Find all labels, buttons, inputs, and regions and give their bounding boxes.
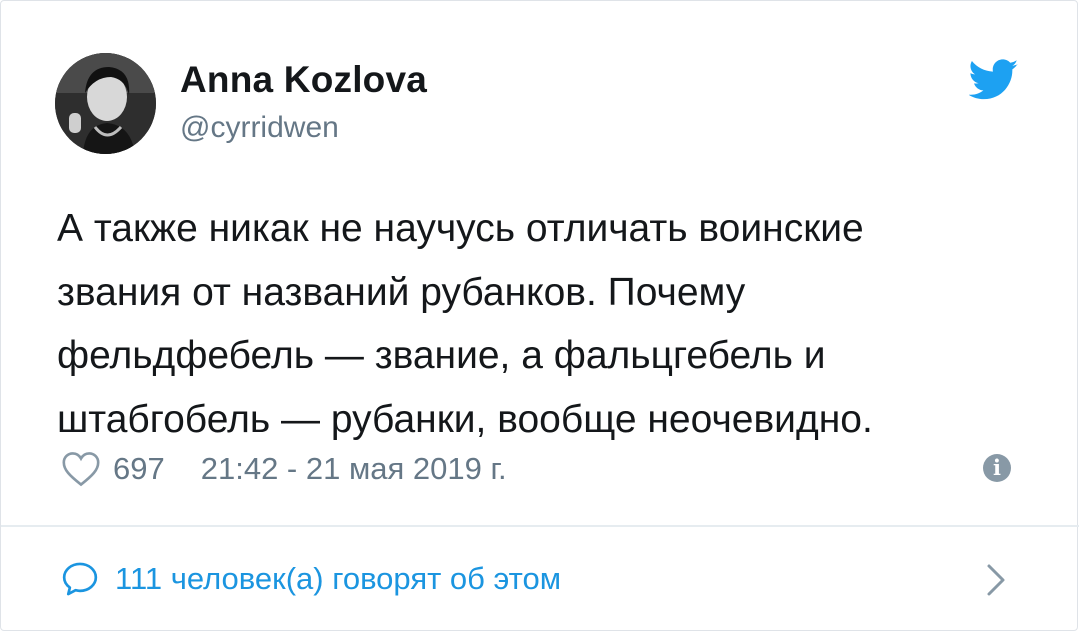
info-icon[interactable]: i xyxy=(983,454,1011,482)
avatar[interactable] xyxy=(55,53,156,154)
replies-link[interactable]: 111 человек(а) говорят об этом xyxy=(61,557,561,601)
heart-icon[interactable] xyxy=(61,451,101,487)
twitter-bird-icon[interactable] xyxy=(969,59,1019,101)
tweet-timestamp[interactable]: 21:42 - 21 мая 2019 г. xyxy=(201,451,507,487)
tweet-text: А также никак не научусь отличать воинск… xyxy=(57,207,873,441)
author-name[interactable]: Anna Kozlova xyxy=(180,59,427,101)
author-handle[interactable]: @cyrridwen xyxy=(180,111,339,145)
divider xyxy=(1,525,1079,527)
avatar-photo xyxy=(55,53,156,154)
tweet-meta: 697 21:42 - 21 мая 2019 г. xyxy=(61,447,507,491)
replies-text: 111 человек(а) говорят об этом xyxy=(115,561,562,596)
tweet-card[interactable]: Anna Kozlova @cyrridwen А также никак не… xyxy=(0,0,1079,631)
like-count[interactable]: 697 xyxy=(113,451,165,487)
chevron-right-icon[interactable] xyxy=(985,563,1007,597)
speech-bubble-icon xyxy=(62,562,98,596)
